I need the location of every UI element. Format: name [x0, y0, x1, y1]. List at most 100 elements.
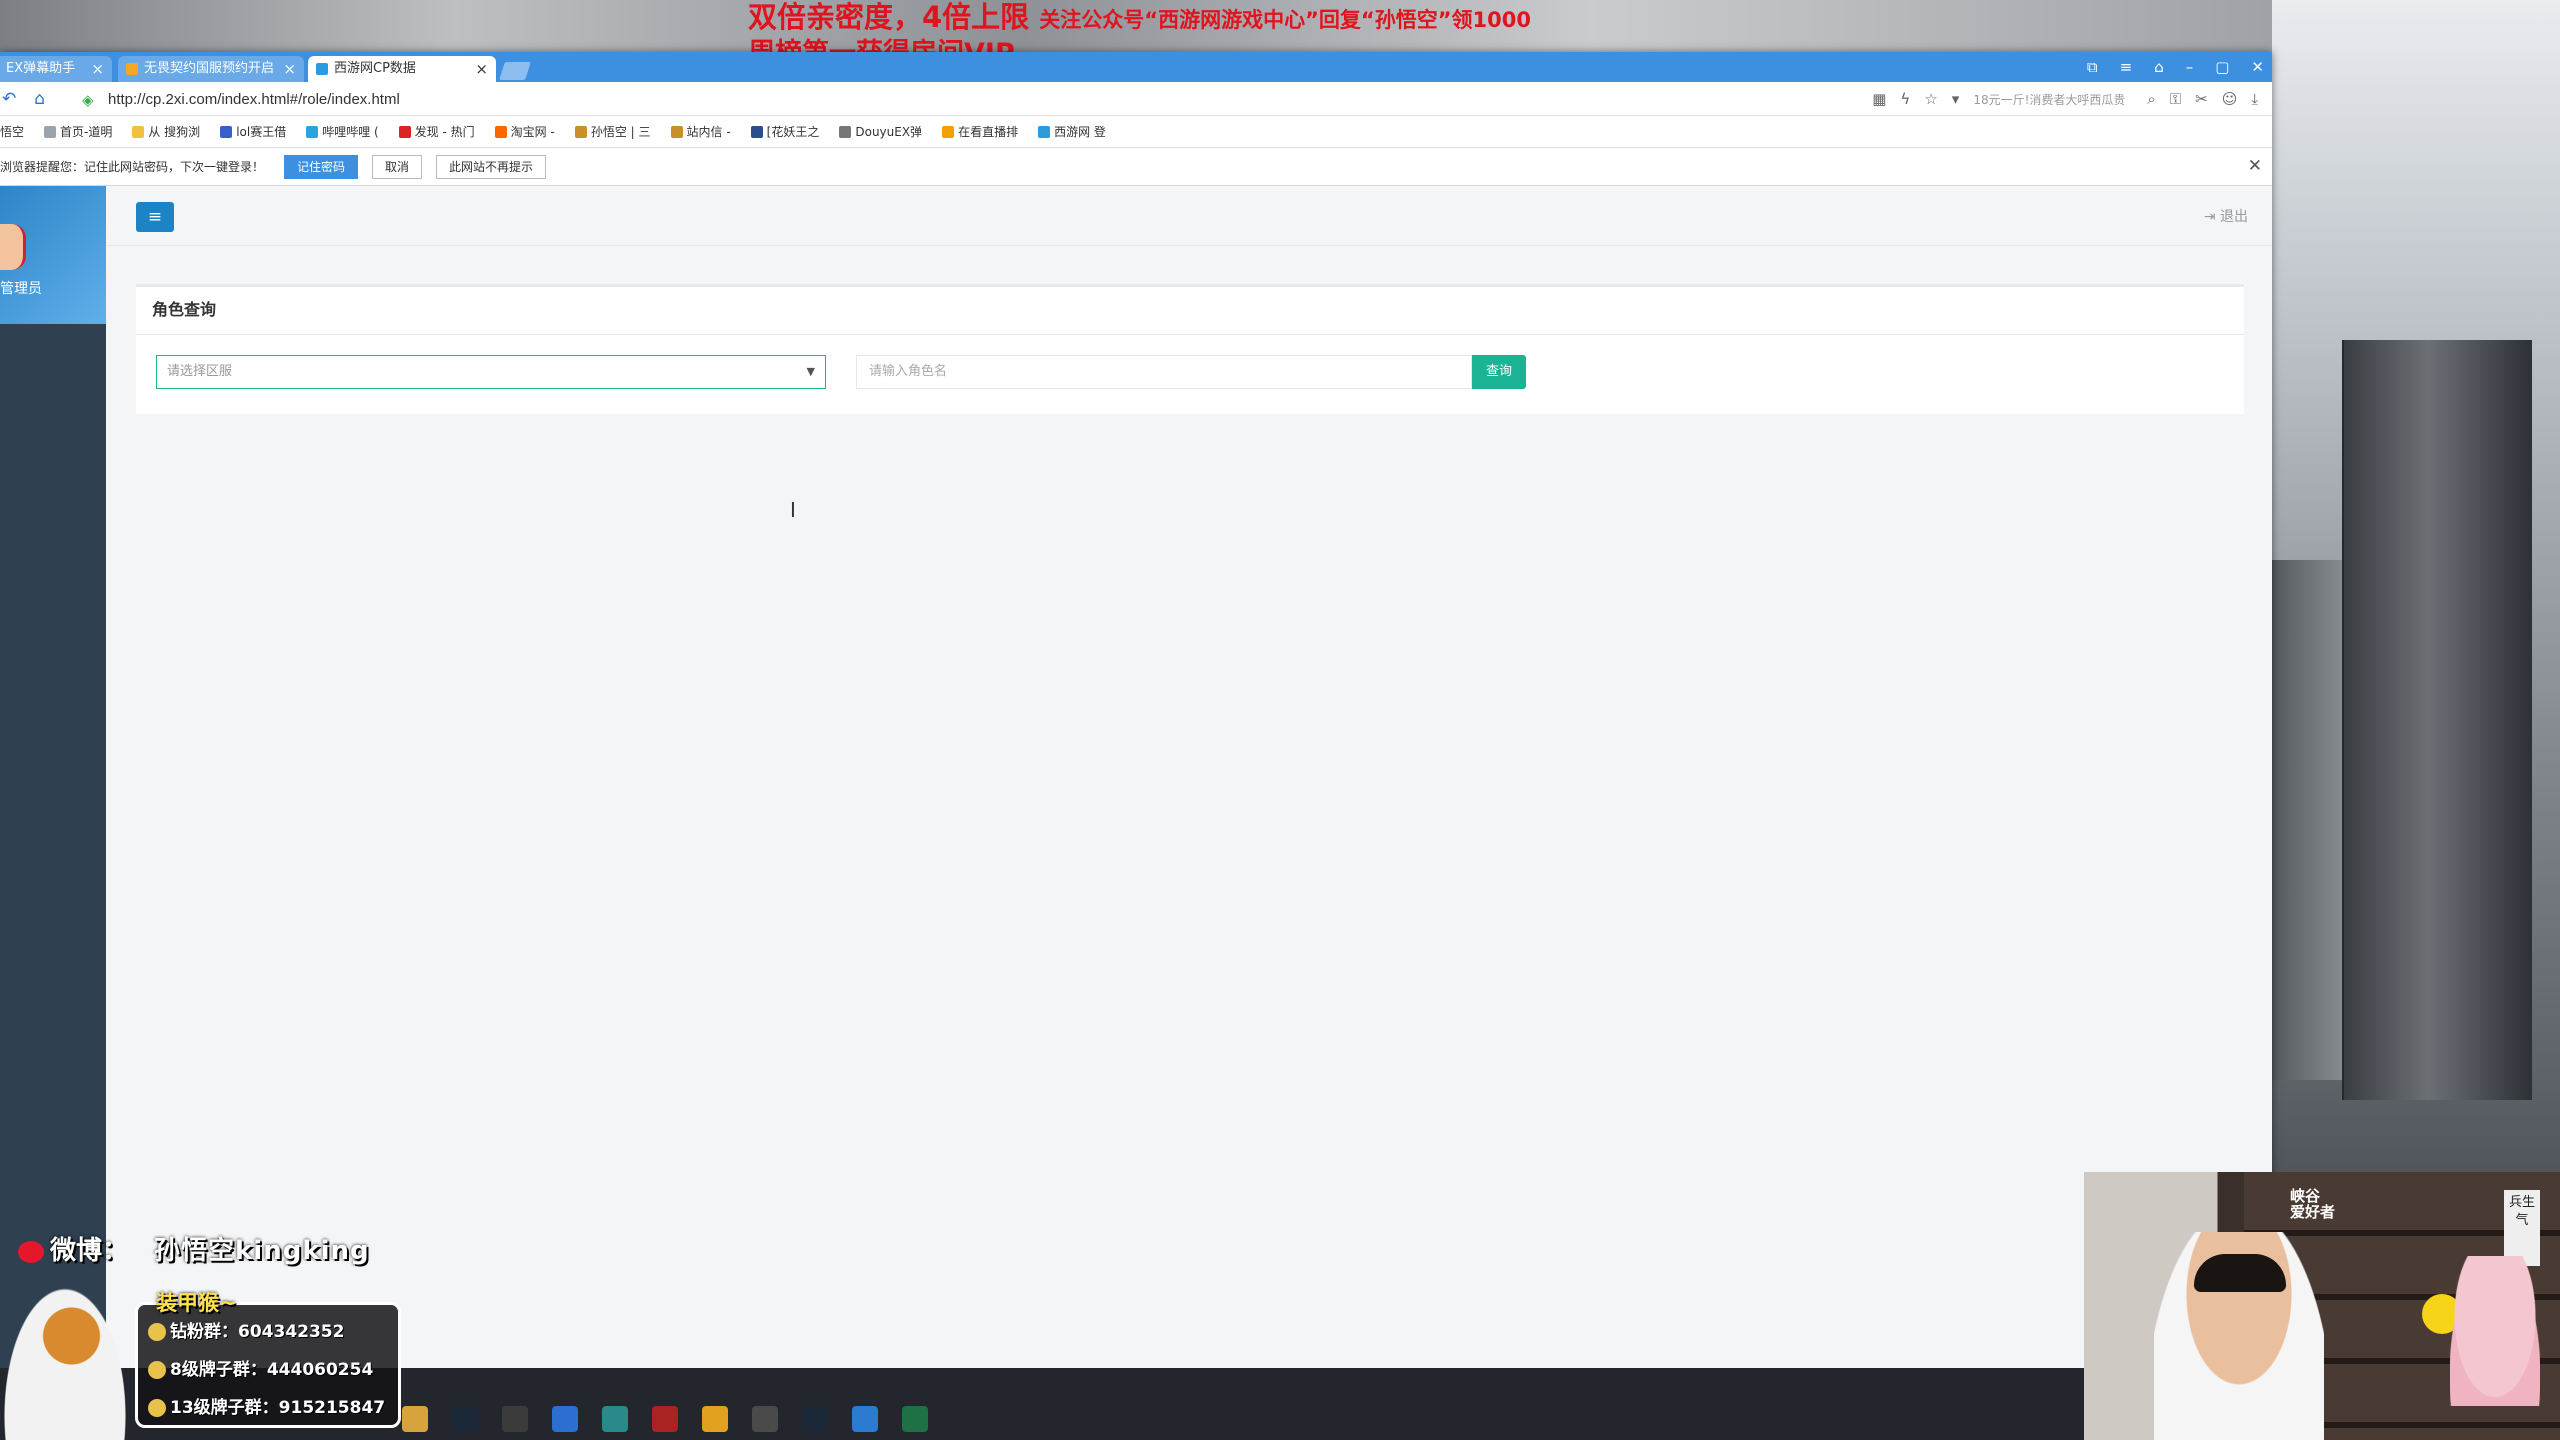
bookmark-item[interactable]: 悟空 [0, 123, 24, 140]
sidebar: 管理员 [0, 186, 106, 1368]
app-icon[interactable] [852, 1406, 878, 1432]
game-app-icon[interactable] [402, 1406, 428, 1432]
qr-icon[interactable]: ▦ [1872, 90, 1886, 108]
remember-password-button[interactable]: 记住密码 [284, 154, 359, 179]
promo-headline: 双倍亲密度，4倍上限 [748, 0, 1030, 34]
bookmark-item[interactable]: 站内信 - [670, 123, 731, 140]
weibo-icon [398, 125, 411, 138]
sogou-browser-icon[interactable] [552, 1406, 578, 1432]
maximize-button[interactable]: ▢ [2215, 52, 2229, 82]
tab-ex-danmu[interactable]: EX弹幕助手 × [0, 56, 112, 82]
weibo-overlay: 微博： 孙悟空kingking [18, 1230, 370, 1267]
bookmark-item[interactable]: 在看直播排 [942, 123, 1018, 140]
favicon-icon [574, 125, 587, 138]
webcam-feed: 峡谷 爱好者 兵生气 [2084, 1172, 2560, 1440]
close-icon[interactable]: × [475, 56, 488, 82]
bookmark-item[interactable]: 从 搜狗浏 [132, 123, 200, 140]
skin-icon[interactable]: ⌂ [2154, 52, 2164, 82]
scissors-icon[interactable]: ✂ [2195, 90, 2208, 108]
bookmark-item[interactable]: 孙悟空 | 三 [574, 123, 651, 140]
bookmark-item[interactable]: 首页-道明 [44, 123, 112, 140]
close-icon[interactable]: ✕ [2248, 156, 2262, 176]
favicon-icon [670, 125, 683, 138]
star-icon[interactable]: ☆ [1924, 90, 1937, 108]
recorder-icon[interactable] [652, 1406, 678, 1432]
new-tab-button[interactable] [499, 62, 531, 80]
app-icon[interactable] [752, 1406, 778, 1432]
favicon-icon [750, 125, 763, 138]
tab-cp-data[interactable]: 西游网CP数据 × [308, 56, 496, 82]
steam-icon[interactable] [802, 1406, 828, 1432]
level8-group-row: 8级牌子群：444060254 [148, 1355, 373, 1380]
logout-link[interactable]: ⇥ 退出 [2204, 206, 2248, 226]
level13-group-text: 13级牌子群：915215847 [170, 1398, 386, 1418]
smiley-icon[interactable]: ☺ [2222, 90, 2238, 108]
close-icon[interactable]: × [283, 56, 296, 82]
excel-icon[interactable] [902, 1406, 928, 1432]
role-name-input[interactable]: 请输入角色名 [856, 355, 1472, 389]
steam-icon[interactable] [452, 1406, 478, 1432]
address-tools: ▦ ϟ ☆ ▾ 18元一斤!消费者大呼西瓜贵 ⌕ ⚿ ✂ ☺ ⤓ [1872, 82, 2258, 116]
query-button[interactable]: 查询 [1472, 355, 1526, 389]
logout-label: 退出 [2220, 209, 2248, 225]
cancel-button[interactable]: 取消 [372, 154, 423, 179]
tab-label: 西游网CP数据 [334, 61, 416, 76]
bookmark-item[interactable]: 发现 - 热门 [398, 123, 475, 140]
menu-toggle-button[interactable]: ≡ [136, 202, 174, 232]
search-icon[interactable]: ⌕ [2147, 90, 2155, 108]
lightning-icon[interactable]: ϟ [1900, 90, 1910, 108]
bookmark-item[interactable]: lol赛王借 [220, 123, 286, 140]
menu-icon[interactable]: ≡ [2120, 52, 2133, 82]
password-save-bar: 浏览器提醒您：记住此网站密码，下次一键登录！ 记住密码 取消 此网站不再提示 ✕ [0, 148, 2272, 186]
back-icon[interactable]: ↶ [2, 89, 16, 109]
favicon-icon [220, 125, 233, 138]
sidebar-toggle-icon[interactable]: ⧉ [2087, 52, 2098, 82]
plush-toy [2450, 1256, 2540, 1406]
weibo-name: 孙悟空kingking [154, 1236, 370, 1266]
close-window-button[interactable]: ✕ [2251, 52, 2264, 82]
bookmark-item[interactable]: 西游网 登 [1038, 123, 1106, 140]
search-input[interactable]: 18元一斤!消费者大呼西瓜贵 [1973, 91, 2133, 108]
avatar[interactable] [0, 224, 26, 270]
url-input[interactable]: http://cp.2xi.com/index.html#/role/index… [108, 91, 400, 108]
weibo-label: 微博： [50, 1236, 129, 1266]
key-icon[interactable]: ⚿ [2170, 90, 2181, 108]
sign-line: 爱好者 [2290, 1203, 2336, 1221]
browser-window: EX弹幕助手 × 无畏契约国服预约开启 × 西游网CP数据 × ⧉ ≡ ⌂ – … [0, 52, 2272, 1368]
sidebar-profile: 管理员 [0, 186, 106, 324]
streamer [2154, 1232, 2324, 1440]
bookmark-label: DouyuEX弹 [855, 125, 923, 139]
bookmark-item[interactable]: 淘宝网 - [494, 123, 555, 140]
home-icon[interactable]: ⌂ [34, 89, 45, 109]
window-controls: ⧉ ≡ ⌂ – ▢ ✕ [2087, 52, 2264, 82]
bookmark-item[interactable]: 哔哩哔哩 ( [306, 123, 379, 140]
chevron-down-icon[interactable]: ▾ [1952, 90, 1960, 108]
server-select[interactable]: 请选择区服 ▼ [156, 355, 826, 389]
tab-bar: EX弹幕助手 × 无畏契约国服预约开启 × 西游网CP数据 × ⧉ ≡ ⌂ – … [0, 52, 2272, 82]
game-app-icon[interactable] [702, 1406, 728, 1432]
bookmark-label: [花妖王之 [766, 125, 820, 139]
g-app-icon[interactable] [502, 1406, 528, 1432]
bookmark-label: 哔哩哔哩 ( [322, 125, 379, 139]
tab-valorant[interactable]: 无畏契约国服预约开启 × [118, 56, 304, 82]
flame-icon [942, 125, 955, 138]
sign-line: 峡谷 [2290, 1187, 2321, 1205]
calligraphy-plate: 兵生气 [2504, 1190, 2540, 1266]
level13-group-row: 13级牌子群：915215847 [148, 1393, 385, 1418]
tab-label: 无畏契约国服预约开启 [144, 61, 275, 76]
close-icon[interactable]: × [91, 56, 104, 82]
group-card-title: 装甲猴~ [156, 1291, 237, 1315]
app-icon[interactable] [602, 1406, 628, 1432]
download-icon[interactable]: ⤓ [2251, 90, 2258, 108]
bookmark-item[interactable]: [花妖王之 [750, 123, 820, 140]
panel-title: 角色查询 [136, 287, 2244, 335]
never-remind-button[interactable]: 此网站不再提示 [436, 154, 547, 179]
address-bar: ↶ ⌂ ◈ http://cp.2xi.com/index.html#/role… [0, 82, 2272, 116]
tab-favicon [126, 63, 138, 75]
bookmark-item[interactable]: DouyuEX弹 [839, 123, 922, 140]
bookmark-label: 站内信 - [686, 125, 731, 139]
minimize-button[interactable]: – [2186, 52, 2194, 82]
taobao-icon [494, 125, 507, 138]
fan-group-card: 装甲猴~ 钻粉群：604342352 8级牌子群：444060254 13级牌子… [135, 1291, 401, 1428]
bookmark-label: 发现 - 热门 [414, 125, 475, 139]
